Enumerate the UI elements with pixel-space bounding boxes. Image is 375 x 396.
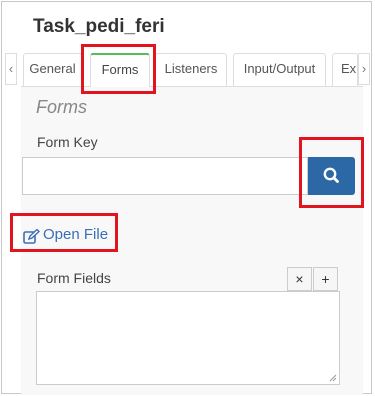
tab-general[interactable]: General (23, 53, 82, 86)
tab-listeners[interactable]: Listeners (155, 53, 227, 86)
form-key-label: Form Key (37, 134, 98, 150)
tab-scroll-left-button[interactable]: ‹ (5, 53, 17, 85)
section-title: Forms (36, 97, 87, 117)
tab-ex[interactable]: Ex (332, 53, 358, 86)
remove-field-button[interactable]: × (287, 267, 312, 291)
tab-scroll-right-button[interactable]: › (358, 53, 370, 85)
search-icon (323, 167, 339, 183)
open-file-label: Open File (43, 226, 109, 243)
page-title: Task_pedi_feri (33, 16, 165, 37)
form-fields-label: Form Fields (37, 270, 111, 286)
tab-forms[interactable]: Forms (90, 53, 150, 87)
resize-handle-icon[interactable] (329, 374, 337, 382)
search-button[interactable] (308, 157, 355, 195)
add-field-button[interactable]: + (313, 267, 338, 291)
edit-icon (23, 229, 40, 244)
form-fields-list[interactable] (36, 291, 340, 385)
tab-input-output[interactable]: Input/Output (233, 53, 326, 86)
tab-divider (21, 86, 363, 87)
form-key-input[interactable] (22, 157, 308, 195)
